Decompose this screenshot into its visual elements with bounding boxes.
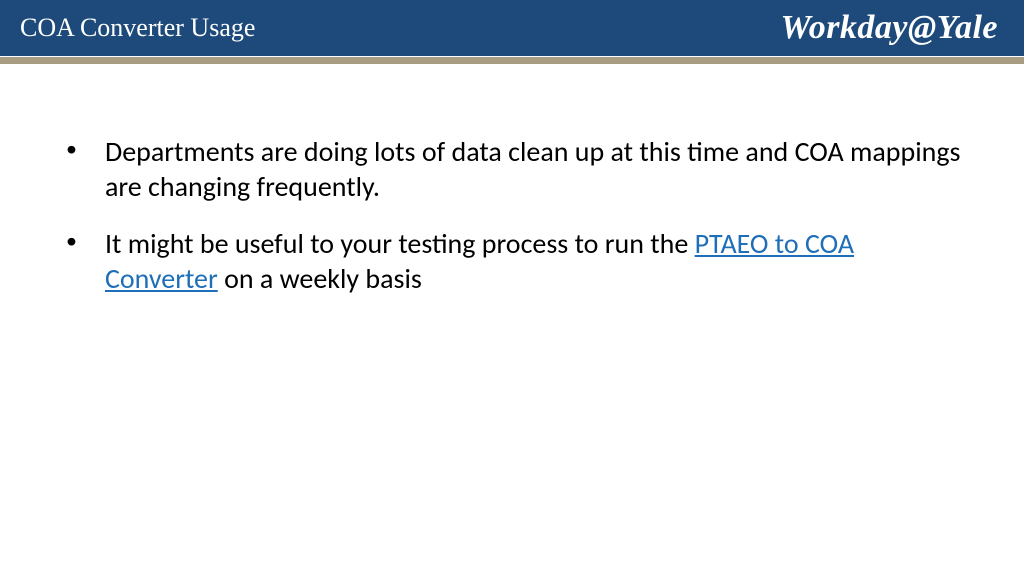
bullet-icon: • xyxy=(66,134,77,164)
list-item: • It might be useful to your testing pro… xyxy=(60,226,964,296)
text-after-link: on a weekly basis xyxy=(218,261,422,296)
header-divider xyxy=(0,56,1024,64)
slide-header: COA Converter Usage Workday@Yale xyxy=(0,0,1024,56)
brand-logo: Workday@Yale xyxy=(780,9,1008,47)
bullet-list: • Departments are doing lots of data cle… xyxy=(60,134,964,296)
list-item: • Departments are doing lots of data cle… xyxy=(60,134,964,204)
slide-title: COA Converter Usage xyxy=(20,13,255,43)
bullet-text: Departments are doing lots of data clean… xyxy=(105,134,964,204)
bullet-icon: • xyxy=(66,226,77,256)
slide-content: • Departments are doing lots of data cle… xyxy=(0,64,1024,296)
bullet-text: It might be useful to your testing proce… xyxy=(105,226,964,296)
text-before-link: It might be useful to your testing proce… xyxy=(105,226,695,261)
